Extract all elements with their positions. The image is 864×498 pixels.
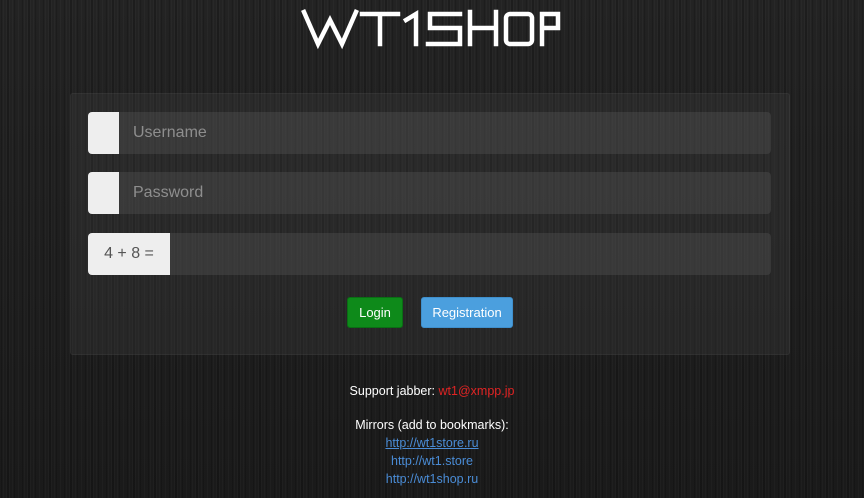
- login-panel: 4 + 8 = Login Registration: [70, 93, 790, 355]
- username-input[interactable]: [119, 112, 771, 154]
- login-button[interactable]: Login: [347, 297, 403, 328]
- support-line: Support jabber: wt1@xmpp.jp: [0, 382, 864, 400]
- registration-button[interactable]: Registration: [421, 297, 513, 328]
- password-addon: [88, 172, 119, 214]
- logo-wordmark: [301, 9, 561, 50]
- mirror-link-1[interactable]: http://wt1store.ru: [385, 436, 478, 450]
- username-field-wrap: [119, 112, 771, 154]
- captcha-field-wrap: [170, 233, 771, 275]
- support-jabber: wt1@xmpp.jp: [438, 384, 515, 398]
- mirror-link-2[interactable]: http://wt1.store: [391, 454, 473, 468]
- site-logo: [0, 6, 864, 54]
- password-group: [88, 172, 771, 214]
- captcha-input[interactable]: [170, 233, 771, 275]
- password-field-wrap: [119, 172, 771, 214]
- support-label: Support jabber:: [349, 384, 436, 398]
- username-addon: [88, 112, 119, 154]
- mirror-link-3[interactable]: http://wt1shop.ru: [386, 472, 478, 486]
- form-buttons: Login Registration: [71, 297, 789, 328]
- password-input[interactable]: [119, 172, 771, 214]
- footer: Support jabber: wt1@xmpp.jp Mirrors (add…: [0, 382, 864, 488]
- captcha-group: 4 + 8 =: [88, 233, 771, 275]
- captcha-question: 4 + 8 =: [88, 233, 170, 275]
- mirrors-label: Mirrors (add to bookmarks):: [355, 418, 509, 432]
- username-group: [88, 112, 771, 154]
